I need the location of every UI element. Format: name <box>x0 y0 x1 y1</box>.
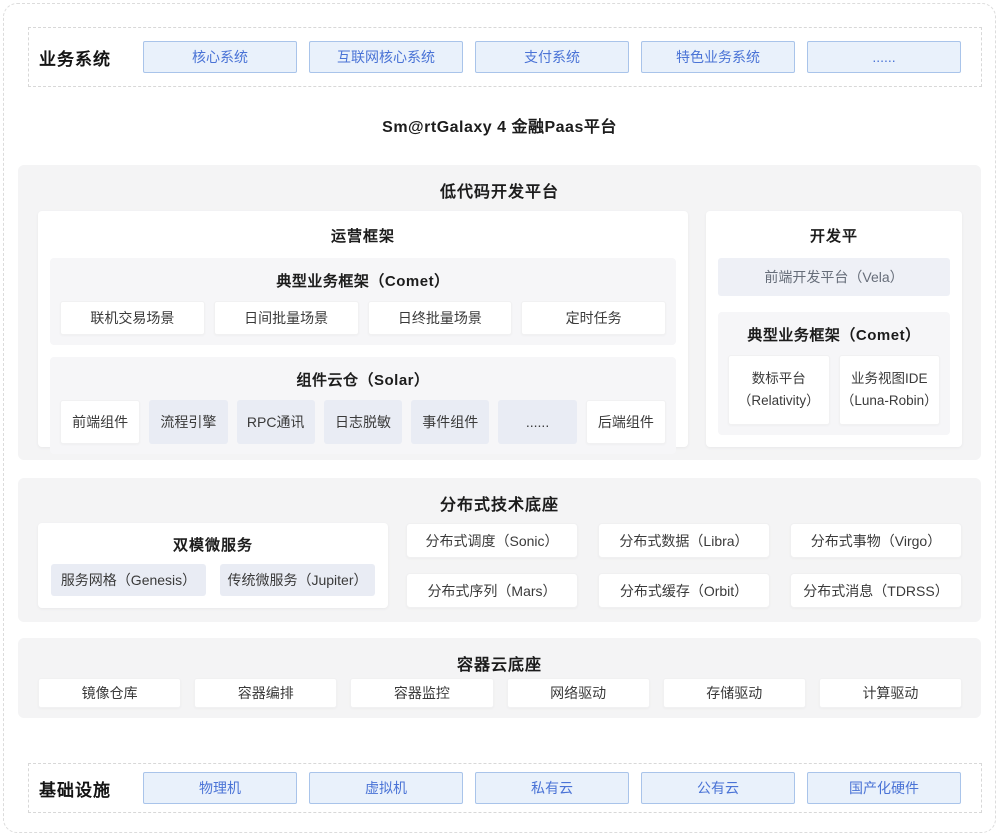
libra-data-button[interactable]: 分布式数据（Libra） <box>598 523 770 558</box>
scene-online-trade[interactable]: 联机交易场景 <box>60 301 205 335</box>
component-event[interactable]: 事件组件 <box>411 400 489 444</box>
lowcode-platform-title: 低代码开发平台 <box>18 165 981 202</box>
storage-driver-button[interactable]: 存储驱动 <box>663 678 806 708</box>
component-process-engine[interactable]: 流程引擎 <box>149 400 227 444</box>
tdrss-message-button[interactable]: 分布式消息（TDRSS） <box>790 573 962 608</box>
distributed-grid: 分布式调度（Sonic） 分布式数据（Libra） 分布式事物（Virgo） 分… <box>406 523 962 608</box>
distributed-base-section: 分布式技术底座 双模微服务 服务网格（Genesis） 传统微服务（Jupite… <box>18 478 981 622</box>
business-systems-label: 业务系统 <box>39 45 131 70</box>
dual-mode-microservice-panel: 双模微服务 服务网格（Genesis） 传统微服务（Jupiter） <box>38 523 388 608</box>
comet-business-buttons: 联机交易场景 日间批量场景 日终批量场景 定时任务 <box>60 301 666 335</box>
lowcode-platform-section: 低代码开发平台 运营框架 典型业务框架（Comet） 联机交易场景 日间批量场景… <box>18 165 981 460</box>
component-rpc[interactable]: RPC通讯 <box>237 400 315 444</box>
business-systems-row: 业务系统 核心系统 互联网核心系统 支付系统 特色业务系统 ...... <box>28 27 982 87</box>
network-driver-button[interactable]: 网络驱动 <box>507 678 650 708</box>
jupiter-microservice-button[interactable]: 传统微服务（Jupiter） <box>220 564 375 596</box>
relativity-label-line2: （Relativity） <box>738 392 820 410</box>
solar-component-title: 组件云仓（Solar） <box>60 365 666 400</box>
infra-private-cloud[interactable]: 私有云 <box>475 772 629 804</box>
architecture-diagram: 业务系统 核心系统 互联网核心系统 支付系统 特色业务系统 ...... Sm@… <box>0 0 999 836</box>
container-orchestration-button[interactable]: 容器编排 <box>194 678 337 708</box>
infrastructure-row: 基础设施 物理机 虚拟机 私有云 公有云 国产化硬件 <box>28 763 982 813</box>
component-log-masking[interactable]: 日志脱敏 <box>324 400 402 444</box>
comet-business-subpanel: 典型业务框架（Comet） 联机交易场景 日间批量场景 日终批量场景 定时任务 <box>50 258 676 345</box>
container-base-section: 容器云底座 镜像仓库 容器编排 容器监控 网络驱动 存储驱动 计算驱动 <box>18 638 981 718</box>
business-system-internet-core[interactable]: 互联网核心系统 <box>309 41 463 73</box>
infra-virtual-machine[interactable]: 虚拟机 <box>309 772 463 804</box>
solar-component-subpanel: 组件云仓（Solar） 前端组件 流程引擎 RPC通讯 日志脱敏 事件组件 ..… <box>50 357 676 454</box>
container-base-title: 容器云底座 <box>18 638 981 675</box>
luna-robin-label-line1: 业务视图IDE <box>851 370 928 388</box>
dual-mode-title: 双模微服务 <box>38 523 388 564</box>
container-monitoring-button[interactable]: 容器监控 <box>350 678 493 708</box>
business-system-payment[interactable]: 支付系统 <box>475 41 629 73</box>
relativity-data-platform-button[interactable]: 数标平台 （Relativity） <box>728 355 830 425</box>
image-registry-button[interactable]: 镜像仓库 <box>38 678 181 708</box>
dev-platform-title: 开发平 <box>706 211 962 258</box>
solar-component-buttons: 前端组件 流程引擎 RPC通讯 日志脱敏 事件组件 ...... 后端组件 <box>60 400 666 444</box>
distributed-base-title: 分布式技术底座 <box>18 478 981 515</box>
distributed-body: 双模微服务 服务网格（Genesis） 传统微服务（Jupiter） 分布式调度… <box>38 523 962 608</box>
orbit-cache-button[interactable]: 分布式缓存（Orbit） <box>598 573 770 608</box>
dev-comet-title: 典型业务框架（Comet） <box>728 320 940 355</box>
virgo-transaction-button[interactable]: 分布式事物（Virgo） <box>790 523 962 558</box>
business-system-more[interactable]: ...... <box>807 41 961 73</box>
compute-driver-button[interactable]: 计算驱动 <box>819 678 962 708</box>
business-system-core[interactable]: 核心系统 <box>143 41 297 73</box>
infra-public-cloud[interactable]: 公有云 <box>641 772 795 804</box>
comet-business-title: 典型业务框架（Comet） <box>60 266 666 301</box>
component-more[interactable]: ...... <box>498 400 576 444</box>
dual-mode-buttons: 服务网格（Genesis） 传统微服务（Jupiter） <box>38 564 388 596</box>
business-system-special[interactable]: 特色业务系统 <box>641 41 795 73</box>
component-backend[interactable]: 后端组件 <box>586 400 666 444</box>
operation-framework-title: 运营框架 <box>38 211 688 258</box>
component-frontend[interactable]: 前端组件 <box>60 400 140 444</box>
luna-robin-label-line2: （Luna-Robin） <box>841 392 938 410</box>
sonic-scheduling-button[interactable]: 分布式调度（Sonic） <box>406 523 578 558</box>
infra-domestic-hardware[interactable]: 国产化硬件 <box>807 772 961 804</box>
mars-sequence-button[interactable]: 分布式序列（Mars） <box>406 573 578 608</box>
container-buttons: 镜像仓库 容器编排 容器监控 网络驱动 存储驱动 计算驱动 <box>38 678 962 708</box>
luna-robin-ide-button[interactable]: 业务视图IDE （Luna-Robin） <box>839 355 941 425</box>
scene-eod-batch[interactable]: 日终批量场景 <box>368 301 513 335</box>
dev-comet-buttons: 数标平台 （Relativity） 业务视图IDE （Luna-Robin） <box>728 355 940 425</box>
page-title: Sm@rtGalaxy 4 金融Paas平台 <box>0 113 999 137</box>
genesis-service-mesh-button[interactable]: 服务网格（Genesis） <box>51 564 206 596</box>
lowcode-body: 运营框架 典型业务框架（Comet） 联机交易场景 日间批量场景 日终批量场景 … <box>38 211 962 447</box>
relativity-label-line1: 数标平台 <box>752 370 806 388</box>
scene-scheduled-task[interactable]: 定时任务 <box>521 301 666 335</box>
vela-frontend-platform-button[interactable]: 前端开发平台（Vela） <box>718 258 950 296</box>
infra-physical-machine[interactable]: 物理机 <box>143 772 297 804</box>
dev-comet-subpanel: 典型业务框架（Comet） 数标平台 （Relativity） 业务视图IDE … <box>718 312 950 435</box>
dev-platform-panel: 开发平 前端开发平台（Vela） 典型业务框架（Comet） 数标平台 （Rel… <box>706 211 962 447</box>
operation-framework-panel: 运营框架 典型业务框架（Comet） 联机交易场景 日间批量场景 日终批量场景 … <box>38 211 688 447</box>
scene-daytime-batch[interactable]: 日间批量场景 <box>214 301 359 335</box>
infrastructure-label: 基础设施 <box>39 776 131 801</box>
